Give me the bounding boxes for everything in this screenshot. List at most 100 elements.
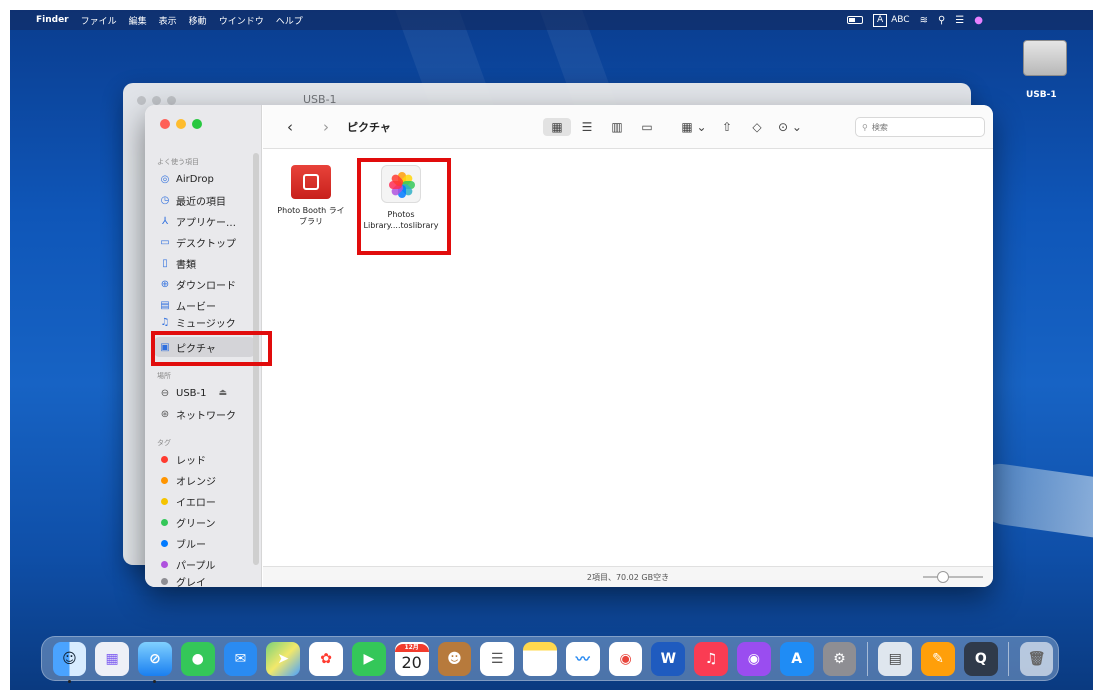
slider-knob[interactable] xyxy=(937,571,949,583)
file-item-photos-library[interactable]: Photos Library....toslibrary xyxy=(361,165,441,231)
input-source-label[interactable]: ABC xyxy=(891,15,909,25)
menu-view[interactable]: 表示 xyxy=(159,14,177,27)
sidebar-item-recents[interactable]: ◷ 最近の項目 xyxy=(158,190,253,210)
file-area[interactable]: Photo Booth ライ ブラリ Photos Library....tos… xyxy=(263,150,993,566)
file-name-line: Photo Booth ライ xyxy=(277,206,345,215)
mail-dock-icon[interactable]: ✉ xyxy=(223,641,258,676)
sidebar-item-usb[interactable]: ⊖ USB-1 ⏏ xyxy=(158,383,253,403)
usb-drive-desktop-icon[interactable] xyxy=(1022,38,1068,84)
system-settings-dock-icon[interactable]: ⚙ xyxy=(822,641,857,676)
input-source-box[interactable]: A xyxy=(872,13,888,27)
sidebar-section-favorites: よく使う項目 xyxy=(157,158,199,166)
sidebar-item-network[interactable]: ⊛ ネットワーク xyxy=(158,404,253,424)
finder-dock-icon[interactable]: ☺ xyxy=(52,641,87,683)
zoom-button[interactable] xyxy=(192,119,202,129)
sidebar-tag-yellow[interactable]: イエロー xyxy=(158,491,253,511)
share-button[interactable]: ⇧ xyxy=(713,118,741,136)
menu-edit[interactable]: 編集 xyxy=(129,14,147,27)
quicktime-dock-icon[interactable]: Q xyxy=(963,641,998,676)
back-button[interactable]: ‹ xyxy=(281,118,299,136)
menu-go[interactable]: 移動 xyxy=(189,14,207,27)
music-dock-icon[interactable]: ♫ xyxy=(694,641,728,676)
search-field[interactable]: ⚲ xyxy=(855,117,985,137)
minimize-button[interactable] xyxy=(176,119,186,129)
sidebar-item-label: ミュージック xyxy=(176,318,236,329)
eject-icon[interactable]: ⏏ xyxy=(219,388,228,398)
sidebar-section-tags: タグ xyxy=(157,439,171,447)
freeform-dock-icon[interactable]: 〰 xyxy=(565,641,600,676)
menu-help[interactable]: ヘルプ xyxy=(276,14,303,27)
launchpad-dock-icon[interactable]: ▦ xyxy=(95,641,130,676)
notes-dock-icon[interactable] xyxy=(523,641,557,676)
messages-dock-icon[interactable]: ● xyxy=(180,641,215,676)
sidebar-item-desktop[interactable]: ▭ デスクトップ xyxy=(158,232,253,252)
group-button[interactable]: ▦ ⌄ xyxy=(677,118,711,136)
pages-dock-icon[interactable]: ✎ xyxy=(921,641,955,676)
sidebar-tag-red[interactable]: レッド xyxy=(158,449,253,469)
preview-dock-icon[interactable]: ▤ xyxy=(878,641,913,676)
sidebar-tag-gray[interactable]: グレイ xyxy=(158,575,253,587)
app-store-dock-icon[interactable]: A xyxy=(779,641,814,676)
forward-button[interactable]: › xyxy=(317,118,335,136)
word-dock-icon[interactable]: W xyxy=(651,641,686,676)
safari-dock-icon[interactable]: ⊘ xyxy=(138,641,172,683)
sidebar-item-movies[interactable]: ▤ ムービー xyxy=(158,295,253,315)
control-center-icon[interactable]: ☰ xyxy=(955,15,964,26)
icon-size-slider[interactable] xyxy=(923,571,983,583)
column-view-button[interactable]: ▥ xyxy=(603,118,631,136)
usb-drive-desktop-label[interactable]: USB-1 xyxy=(1026,90,1057,100)
airdrop-icon: ◎ xyxy=(160,173,170,185)
wifi-icon[interactable]: ≋ xyxy=(920,15,928,26)
more-actions-button[interactable]: ⊙ ⌄ xyxy=(773,118,807,136)
file-name-line: Library....toslibrary xyxy=(363,221,439,230)
dock-separator xyxy=(1008,641,1010,676)
facetime-dock-icon[interactable]: ▶ xyxy=(351,641,386,676)
sidebar-item-airdrop[interactable]: ◎ AirDrop xyxy=(158,169,253,189)
reminders-dock-icon[interactable]: ☰ xyxy=(480,641,515,676)
file-name: Photo Booth ライ ブラリ xyxy=(271,205,351,227)
menu-app-name[interactable]: Finder xyxy=(36,15,69,25)
clock-icon: ◷ xyxy=(160,194,170,206)
sidebar: よく使う項目 ◎ AirDrop ◷ 最近の項目 ⅄ アプリケー… ▭ デスクトップ ▯… xyxy=(145,105,262,587)
tag-dot-icon xyxy=(161,518,168,526)
siri-icon[interactable]: ● xyxy=(974,15,983,26)
gallery-view-button[interactable]: ▭ xyxy=(633,118,661,136)
icon-view-button[interactable]: ▦ xyxy=(543,118,571,136)
battery-icon[interactable] xyxy=(846,16,863,24)
photos-dock-icon[interactable]: ✿ xyxy=(309,641,343,676)
spotlight-icon[interactable]: ⚲ xyxy=(938,15,945,26)
tag-button[interactable]: ◇ xyxy=(743,118,771,136)
tag-dot-icon xyxy=(161,577,168,585)
sidebar-item-label: USB-1 xyxy=(176,387,207,399)
photo-booth-library-icon xyxy=(291,165,331,199)
window-controls-inactive[interactable] xyxy=(137,96,176,105)
menu-file[interactable]: ファイル xyxy=(81,14,117,27)
podcasts-dock-icon[interactable]: ◉ xyxy=(737,641,771,676)
sidebar-item-pictures[interactable]: ▣ ピクチャ xyxy=(154,337,255,357)
calendar-dock-icon[interactable]: 12月 20 xyxy=(394,641,429,676)
trash-dock-icon[interactable]: 🗑 xyxy=(1019,641,1054,676)
sidebar-tag-blue[interactable]: ブルー xyxy=(158,533,253,553)
sidebar-item-label: ピクチャ xyxy=(176,343,216,355)
sidebar-tag-green[interactable]: グリーン xyxy=(158,512,253,532)
movie-icon: ▤ xyxy=(160,299,170,311)
sidebar-item-documents[interactable]: ▯ 書類 xyxy=(158,253,253,273)
chrome-dock-icon[interactable]: ◉ xyxy=(608,641,643,676)
list-view-button[interactable]: ☰ xyxy=(573,118,601,136)
close-button[interactable] xyxy=(160,119,170,129)
sidebar-item-music[interactable]: ♫ ミュージック xyxy=(158,316,253,329)
maps-dock-icon[interactable]: ➤ xyxy=(266,641,301,676)
sidebar-item-downloads[interactable]: ⊕ ダウンロード xyxy=(158,274,253,294)
file-item-photo-booth[interactable]: Photo Booth ライ ブラリ xyxy=(271,165,351,227)
sidebar-item-applications[interactable]: ⅄ アプリケー… xyxy=(158,211,253,231)
sidebar-tag-orange[interactable]: オレンジ xyxy=(158,470,253,490)
sidebar-tag-purple[interactable]: パープル xyxy=(158,554,253,574)
sidebar-scrollbar[interactable] xyxy=(253,153,259,565)
sidebar-item-label: パープル xyxy=(176,560,216,572)
search-input[interactable] xyxy=(871,122,972,132)
status-bar: 2項目、70.02 GB空き xyxy=(263,566,993,587)
picture-icon: ▣ xyxy=(160,341,170,353)
contacts-dock-icon[interactable]: ☻ xyxy=(437,641,472,676)
sidebar-item-label: AirDrop xyxy=(176,173,214,185)
menu-window[interactable]: ウインドウ xyxy=(219,14,264,27)
